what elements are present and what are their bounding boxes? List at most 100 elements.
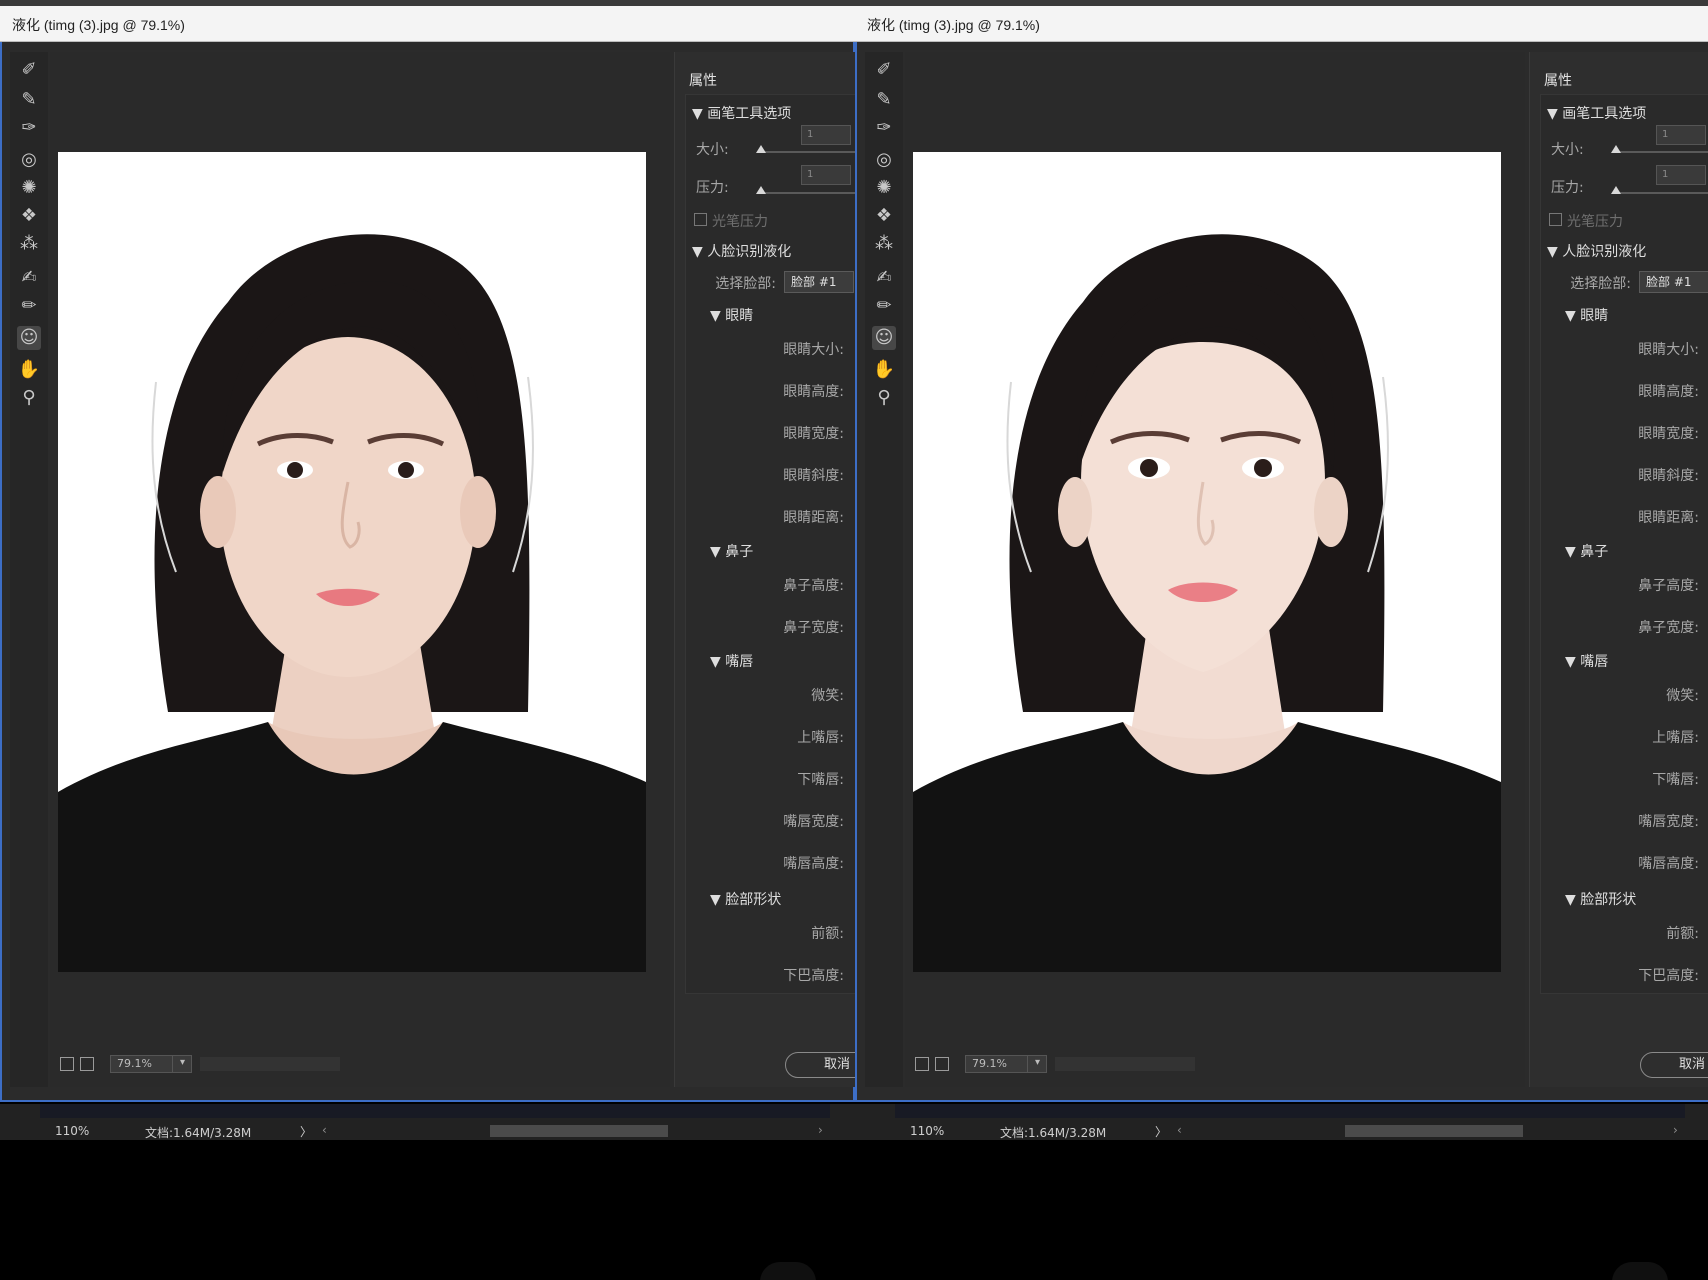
face-tool-icon[interactable]: ☺ <box>872 326 896 350</box>
status-menu-chevron-icon[interactable]: 〉 <box>300 1123 312 1140</box>
freeze-mask-tool-icon[interactable]: ✍ <box>872 266 896 290</box>
pressure-input[interactable]: 1 <box>1656 165 1706 185</box>
select-face-label: 选择脸部: <box>715 276 776 292</box>
nose-height-label: 鼻子高度: <box>1638 578 1699 594</box>
zoom-in-button[interactable] <box>935 1057 949 1071</box>
size-slider-handle[interactable] <box>1611 145 1621 153</box>
face-aware-section[interactable]: ▼ 人脸识别液化 <box>1547 241 1646 261</box>
eye-size-label: 眼睛大小: <box>783 342 844 358</box>
brush-options-section[interactable]: ▼ 画笔工具选项 <box>1547 103 1646 123</box>
liquify-toolbar: ✐ ✎ ✑ ◎ ✺ ❖ ⁂ ✍ ✏ ☺ ✋ ⚲ <box>865 52 903 1087</box>
nose-section[interactable]: ▼ 鼻子 <box>1565 541 1608 561</box>
face-shape-section[interactable]: ▼ 脸部形状 <box>710 889 781 909</box>
zoom-out-button[interactable] <box>915 1057 929 1071</box>
eye-tilt-label: 眼睛斜度: <box>1638 468 1699 484</box>
properties-heading: 属性 <box>689 73 717 89</box>
zoom-tool-icon[interactable]: ⚲ <box>872 386 896 410</box>
smooth-tool-icon[interactable]: ✑ <box>17 116 41 140</box>
pressure-slider-handle[interactable] <box>1611 186 1621 194</box>
zoom-track <box>1055 1057 1195 1071</box>
stylus-pressure-checkbox[interactable] <box>1549 213 1562 226</box>
pucker-tool-icon[interactable]: ✺ <box>17 176 41 200</box>
status-strip <box>895 1104 1685 1118</box>
face-tool-icon[interactable]: ☺ <box>17 326 41 350</box>
zoom-out-button[interactable] <box>60 1057 74 1071</box>
stylus-pressure-label: 光笔压力 <box>1567 214 1623 230</box>
horizontal-scrollbar[interactable] <box>1345 1125 1523 1137</box>
twirl-tool-icon[interactable]: ◎ <box>872 148 896 172</box>
nose-width-label: 鼻子宽度: <box>783 620 844 636</box>
scroll-right-icon[interactable]: › <box>1673 1123 1678 1137</box>
bloat-tool-icon[interactable]: ❖ <box>872 204 896 228</box>
status-bar: 110% 文档:1.64M/3.28M 〉 ‹ › <box>0 1104 855 1140</box>
mouth-width-label: 嘴唇宽度: <box>783 814 844 830</box>
zoom-track <box>200 1057 340 1071</box>
size-slider[interactable] <box>761 151 855 153</box>
lower-lip-label: 下嘴唇: <box>797 772 844 788</box>
forward-warp-tool-icon[interactable]: ✐ <box>872 58 896 82</box>
eyes-section[interactable]: ▼ 眼睛 <box>1565 305 1608 325</box>
zoom-tool-icon[interactable]: ⚲ <box>17 386 41 410</box>
twirl-tool-icon[interactable]: ◎ <box>17 148 41 172</box>
size-slider[interactable] <box>1616 151 1708 153</box>
eye-distance-label: 眼睛距离: <box>1638 510 1699 526</box>
dialog-titlebar: 液化 (timg (3).jpg @ 79.1%) <box>855 6 1708 42</box>
status-menu-chevron-icon[interactable]: 〉 <box>1155 1123 1167 1140</box>
zoom-in-button[interactable] <box>80 1057 94 1071</box>
preview-canvas[interactable]: 79.1% ▾ <box>905 52 1525 1087</box>
face-aware-section[interactable]: ▼ 人脸识别液化 <box>692 241 791 261</box>
pressure-slider[interactable] <box>761 192 855 194</box>
pressure-slider-handle[interactable] <box>756 186 766 194</box>
mouth-width-label: 嘴唇宽度: <box>1638 814 1699 830</box>
pressure-label: 压力: <box>1551 180 1584 196</box>
cancel-button[interactable]: 取消 <box>1640 1052 1708 1078</box>
cancel-button[interactable]: 取消 <box>785 1052 855 1078</box>
properties-body: ▼ 画笔工具选项 大小: 1 压力: 1 光笔压力 ▼ 人脸识别液化 选择脸部:… <box>1540 94 1708 994</box>
horizontal-scrollbar[interactable] <box>490 1125 668 1137</box>
nav-circle-button[interactable] <box>760 1262 816 1280</box>
hand-tool-icon[interactable]: ✋ <box>872 358 896 382</box>
zoom-dropdown-chevron-icon[interactable]: ▾ <box>172 1055 192 1073</box>
zoom-dropdown-chevron-icon[interactable]: ▾ <box>1027 1055 1047 1073</box>
eyes-section[interactable]: ▼ 眼睛 <box>710 305 753 325</box>
preview-canvas[interactable]: 79.1% ▾ <box>50 52 670 1087</box>
smooth-tool-icon[interactable]: ✑ <box>872 116 896 140</box>
forward-warp-tool-icon[interactable]: ✐ <box>17 58 41 82</box>
size-slider-handle[interactable] <box>756 145 766 153</box>
properties-heading: 属性 <box>1544 73 1572 89</box>
stylus-pressure-checkbox[interactable] <box>694 213 707 226</box>
pressure-input[interactable]: 1 <box>801 165 851 185</box>
select-face-dropdown[interactable]: 脸部 #1 <box>1639 271 1708 293</box>
size-label: 大小: <box>1551 142 1584 158</box>
eye-distance-label: 眼睛距离: <box>783 510 844 526</box>
reconstruct-tool-icon[interactable]: ✎ <box>872 88 896 112</box>
thaw-mask-tool-icon[interactable]: ✏ <box>872 294 896 318</box>
upper-lip-label: 上嘴唇: <box>1652 730 1699 746</box>
eye-width-label: 眼睛宽度: <box>1638 426 1699 442</box>
face-shape-section[interactable]: ▼ 脸部形状 <box>1565 889 1636 909</box>
pucker-tool-icon[interactable]: ✺ <box>872 176 896 200</box>
scroll-left-icon[interactable]: ‹ <box>1177 1123 1182 1137</box>
mouth-height-label: 嘴唇高度: <box>1638 856 1699 872</box>
nose-section[interactable]: ▼ 鼻子 <box>710 541 753 561</box>
size-input[interactable]: 1 <box>1656 125 1706 145</box>
hand-tool-icon[interactable]: ✋ <box>17 358 41 382</box>
push-left-tool-icon[interactable]: ⁂ <box>17 232 41 256</box>
thaw-mask-tool-icon[interactable]: ✏ <box>17 294 41 318</box>
bloat-tool-icon[interactable]: ❖ <box>17 204 41 228</box>
select-face-dropdown[interactable]: 脸部 #1 <box>784 271 854 293</box>
reconstruct-tool-icon[interactable]: ✎ <box>17 88 41 112</box>
pressure-slider[interactable] <box>1616 192 1708 194</box>
brush-options-section[interactable]: ▼ 画笔工具选项 <box>692 103 791 123</box>
mouth-section[interactable]: ▼ 嘴唇 <box>1565 651 1608 671</box>
scroll-right-icon[interactable]: › <box>818 1123 823 1137</box>
nav-circle-button[interactable] <box>1612 1262 1668 1280</box>
zoom-bar: 79.1% ▾ <box>60 1053 620 1075</box>
status-strip <box>40 1104 830 1118</box>
scroll-left-icon[interactable]: ‹ <box>322 1123 327 1137</box>
smile-label: 微笑: <box>811 688 844 704</box>
size-input[interactable]: 1 <box>801 125 851 145</box>
push-left-tool-icon[interactable]: ⁂ <box>872 232 896 256</box>
freeze-mask-tool-icon[interactable]: ✍ <box>17 266 41 290</box>
mouth-section[interactable]: ▼ 嘴唇 <box>710 651 753 671</box>
